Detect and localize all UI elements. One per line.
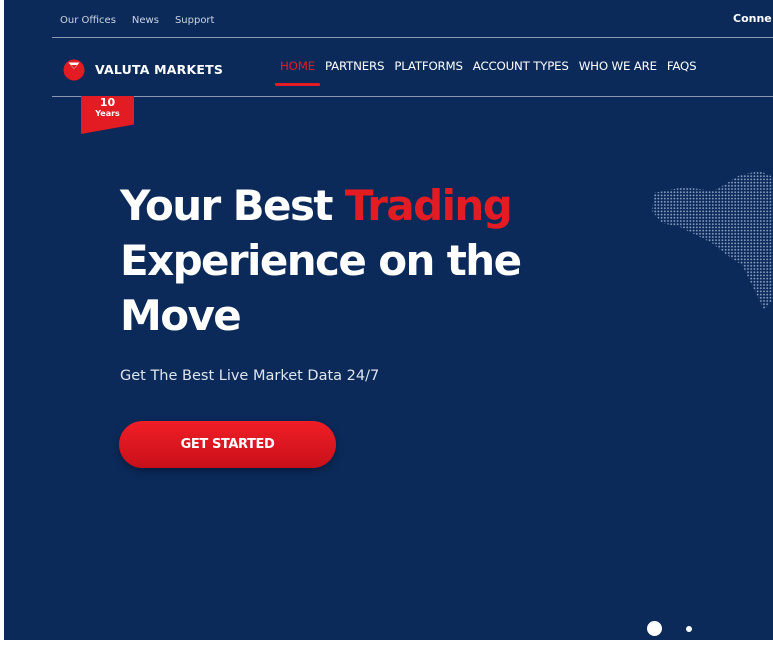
nav-item-account-types[interactable]: ACCOUNT TYPES <box>468 59 574 87</box>
top-link-news[interactable]: News <box>132 15 159 26</box>
hero-title-part1: Your Best <box>120 181 345 230</box>
hero-title-line2: Experience on the <box>120 236 522 285</box>
nav-item-who-we-are[interactable]: WHO WE ARE <box>574 59 662 87</box>
ten-years-badge: 10 Years <box>81 96 134 134</box>
nav-item-faqs[interactable]: FAQS <box>662 59 702 87</box>
badge-label: Years <box>95 109 120 118</box>
get-started-button[interactable]: GET STARTED <box>119 421 336 468</box>
top-utility-bar: Our Offices News Support <box>60 13 214 27</box>
hero-title-accent: Trading <box>344 181 513 230</box>
hero-title-line3: Move <box>120 291 242 340</box>
hero-page: Our Offices News Support Conne VALUTA MA… <box>4 0 773 640</box>
nav-divider <box>52 96 773 97</box>
slider-dot-1[interactable] <box>647 621 662 636</box>
brand-name: VALUTA MARKETS <box>95 61 224 77</box>
badge-number: 10 <box>99 96 116 109</box>
main-nav: HOME PARTNERS PLATFORMS ACCOUNT TYPES WH… <box>275 59 701 87</box>
top-link-our-offices[interactable]: Our Offices <box>60 15 116 26</box>
brand-logo-link[interactable]: VALUTA MARKETS <box>62 57 223 81</box>
valuta-logo-icon <box>63 59 85 81</box>
hero-subtitle: Get The Best Live Market Data 24/7 <box>120 368 380 384</box>
top-link-support[interactable]: Support <box>175 15 215 26</box>
top-divider <box>52 37 773 38</box>
connect-link[interactable]: Conne <box>733 12 772 25</box>
nav-item-platforms[interactable]: PLATFORMS <box>389 59 467 87</box>
hero-title: Your Best Trading Experience on the Move <box>120 178 640 343</box>
nav-item-home[interactable]: HOME <box>275 59 320 87</box>
nav-item-partners[interactable]: PARTNERS <box>320 59 389 87</box>
slider-dot-2[interactable] <box>686 626 692 632</box>
world-map-graphic <box>652 171 773 310</box>
